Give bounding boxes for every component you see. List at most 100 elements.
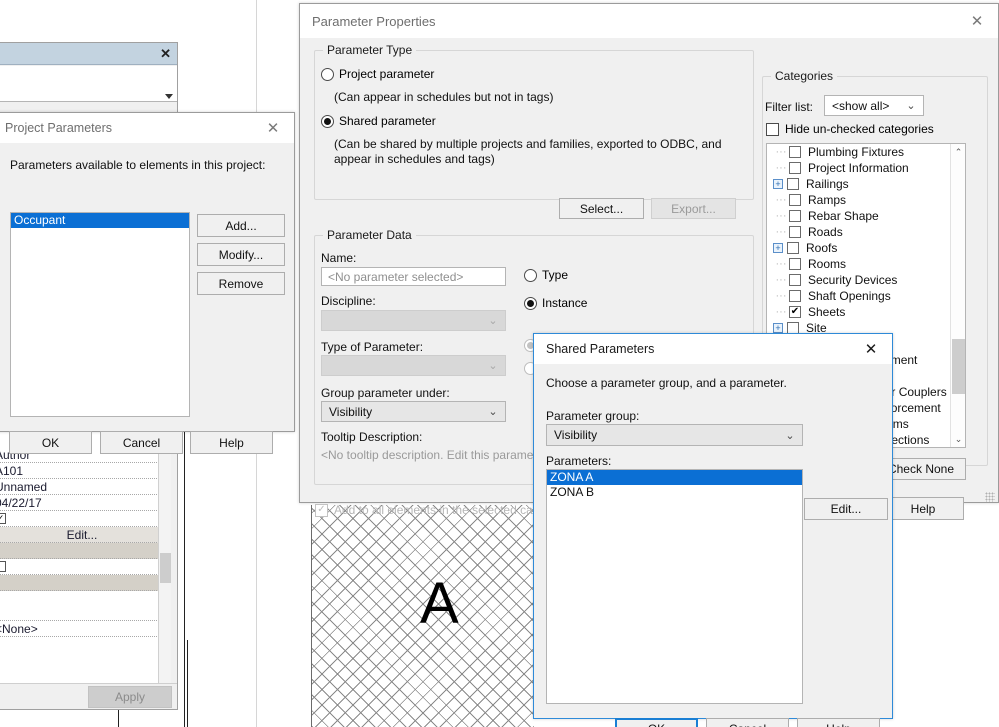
properties-group-header-1[interactable]: ⌃	[0, 543, 171, 559]
properties-row-checkbox-unchecked[interactable]	[0, 559, 171, 575]
remove-parameter-button[interactable]: Remove	[197, 272, 285, 295]
category-label: Ramps	[808, 193, 847, 207]
add-parameter-button[interactable]: Add...	[197, 214, 285, 237]
list-item[interactable]: Occupant	[11, 213, 189, 228]
modify-parameter-button[interactable]: Modify...	[197, 243, 285, 266]
checkbox-unchecked-icon[interactable]	[789, 290, 801, 302]
project-parameters-cancel-button[interactable]: Cancel	[100, 431, 183, 454]
close-icon[interactable]: ✕	[160, 47, 171, 60]
project-parameters-help-button[interactable]: Help	[190, 431, 273, 454]
category-row[interactable]: + Railings	[767, 176, 965, 192]
list-item[interactable]: ZONA A	[547, 470, 802, 485]
close-icon[interactable]: ✕	[260, 116, 286, 140]
resize-grip[interactable]	[985, 492, 995, 502]
parameters-list[interactable]: ZONA A ZONA B	[546, 469, 803, 704]
category-row[interactable]: ··· Project Information	[767, 160, 965, 176]
close-icon[interactable]: ✕	[964, 9, 990, 33]
project-parameters-list[interactable]: Occupant	[10, 212, 190, 417]
chevron-down-icon[interactable]: ⌄	[782, 429, 798, 442]
expand-plus-icon[interactable]: +	[773, 179, 783, 189]
checkbox-unchecked-icon[interactable]	[789, 210, 801, 222]
project-parameters-titlebar: Project Parameters ✕	[0, 113, 294, 143]
expand-plus-icon[interactable]: +	[773, 323, 783, 333]
chevron-down-icon[interactable]: ⌄	[485, 405, 501, 418]
checkbox-unchecked-icon[interactable]	[0, 561, 6, 572]
scroll-up-icon[interactable]: ⌃	[951, 144, 965, 160]
filter-list-value: <show all>	[832, 98, 890, 113]
category-label: Shaft Openings	[808, 289, 891, 303]
hide-unchecked-categories-checkbox[interactable]: Hide un-checked categories	[766, 122, 934, 136]
category-row[interactable]: ··· Plumbing Fixtures	[767, 144, 965, 160]
checkbox-unchecked-icon[interactable]	[787, 178, 799, 190]
category-row[interactable]: ··· Rooms	[767, 256, 965, 272]
properties-group-header-2[interactable]: ⌃	[0, 575, 171, 591]
category-row[interactable]: ··· Ramps	[767, 192, 965, 208]
expand-plus-icon[interactable]: +	[773, 243, 783, 253]
properties-row-date[interactable]: 04/22/17	[0, 495, 171, 511]
category-row[interactable]: ··· Roads	[767, 224, 965, 240]
shared-parameters-ok-button[interactable]: OK	[615, 718, 698, 727]
select-shared-parameter-button[interactable]: Select...	[559, 198, 644, 219]
chevron-down-icon[interactable]	[165, 94, 173, 99]
shared-parameters-dialog[interactable]: Shared Parameters ✕ Choose a parameter g…	[533, 333, 893, 727]
project-parameter-radio[interactable]: Project parameter	[321, 67, 434, 81]
checkbox-unchecked-icon[interactable]	[789, 146, 801, 158]
checkbox-unchecked-icon[interactable]	[789, 226, 801, 238]
properties-row-checkbox-checked[interactable]: ✓	[0, 511, 171, 527]
checkbox-unchecked-icon[interactable]	[766, 122, 779, 136]
parameter-name-input[interactable]: <No parameter selected>	[321, 267, 506, 286]
chevron-down-icon[interactable]: ⌄	[903, 99, 919, 112]
properties-type-selector[interactable]	[0, 66, 177, 102]
category-label: Roofs	[806, 241, 838, 255]
properties-row-none[interactable]: <None>	[0, 621, 171, 637]
properties-row-blank[interactable]	[0, 605, 171, 621]
filter-list-select[interactable]: <show all> ⌄	[824, 95, 924, 116]
parameters-label: Parameters:	[546, 454, 612, 468]
radio-unselected-icon[interactable]	[524, 268, 537, 282]
category-row[interactable]: ··· Security Devices	[767, 272, 965, 288]
checkbox-unchecked-icon[interactable]	[787, 242, 799, 254]
shared-parameters-help-button[interactable]: Help	[797, 718, 880, 727]
properties-row-sheet-number[interactable]: A101	[0, 463, 171, 479]
discipline-label: Discipline:	[321, 294, 376, 308]
categories-legend: Categories	[771, 69, 838, 83]
scrollbar-thumb[interactable]	[952, 339, 965, 394]
parameter-group-label: Parameter group:	[546, 409, 640, 423]
shared-parameter-radio[interactable]: Shared parameter	[321, 114, 436, 128]
category-row[interactable]: ··· Shaft Openings	[767, 288, 965, 304]
categories-scrollbar[interactable]: ⌃ ⌄	[950, 144, 965, 447]
category-row[interactable]: ··· ✔ Sheets	[767, 304, 965, 320]
category-row[interactable]: + Roofs	[767, 240, 965, 256]
parameter-properties-help-button[interactable]: Help	[882, 497, 964, 520]
project-parameters-ok-button[interactable]: OK	[9, 431, 92, 454]
radio-selected-icon[interactable]	[524, 296, 537, 310]
radio-selected-icon[interactable]	[321, 114, 334, 128]
category-row[interactable]: ··· Rebar Shape	[767, 208, 965, 224]
properties-palette-footer: Apply	[0, 683, 177, 709]
tree-branch-icon: ···	[775, 257, 787, 270]
shared-parameters-cancel-button[interactable]: Cancel	[706, 718, 789, 727]
close-icon[interactable]: ✕	[858, 337, 884, 361]
instance-radio[interactable]: Instance	[524, 296, 587, 310]
checkbox-unchecked-icon[interactable]	[789, 194, 801, 206]
checkbox-checked-icon[interactable]: ✔	[789, 306, 801, 318]
category-label: Project Information	[808, 161, 909, 175]
checkbox-unchecked-icon[interactable]	[789, 258, 801, 270]
properties-row-edit-button[interactable]: Edit...	[0, 527, 171, 543]
parameter-group-select[interactable]: Visibility ⌄	[546, 424, 803, 446]
scrollbar-thumb[interactable]	[160, 553, 171, 583]
scroll-down-icon[interactable]: ⌄	[951, 431, 965, 447]
group-parameter-under-select[interactable]: Visibility ⌄	[321, 401, 506, 422]
radio-label: Shared parameter	[339, 114, 436, 128]
checkbox-unchecked-icon[interactable]	[789, 274, 801, 286]
checkbox-unchecked-icon[interactable]	[789, 162, 801, 174]
type-of-parameter-select: ⌄	[321, 355, 506, 376]
type-radio[interactable]: Type	[524, 268, 568, 282]
list-item[interactable]: ZONA B	[547, 485, 802, 500]
checkbox-checked-icon[interactable]: ✓	[0, 513, 6, 524]
radio-unselected-icon[interactable]	[321, 67, 334, 81]
properties-row-sheet-name[interactable]: Unnamed	[0, 479, 171, 495]
project-parameters-dialog[interactable]: Project Parameters ✕ Parameters availabl…	[0, 112, 295, 454]
apply-button[interactable]: Apply	[88, 685, 172, 708]
edit-shared-parameter-button[interactable]: Edit...	[804, 498, 888, 520]
